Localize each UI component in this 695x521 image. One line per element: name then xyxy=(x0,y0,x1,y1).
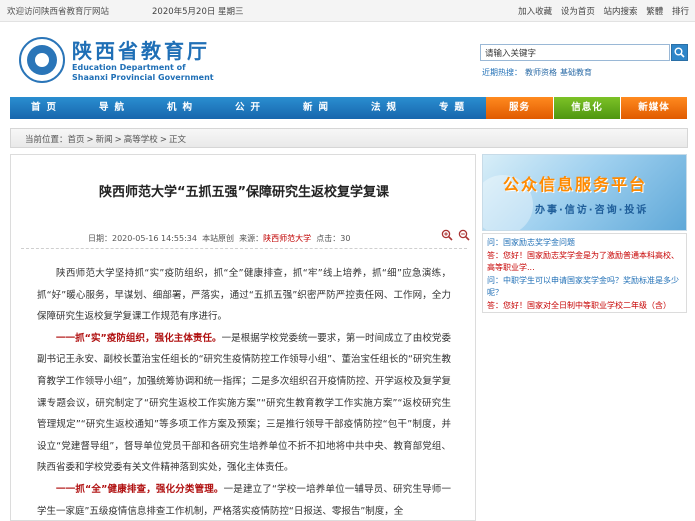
public-service-banner[interactable]: 公众信息服务平台 办事·信访·咨询·投诉 xyxy=(482,154,687,231)
article-panel: 陕西师范大学“五抓五强”保障研究生返校复学复课 日期：2020-05-16 14… xyxy=(10,154,476,521)
paragraph-heading: 一一抓“实”疫防组织，强化主体责任。 xyxy=(56,332,222,344)
nav-guide[interactable]: 导航 xyxy=(78,97,152,119)
set-homepage-link[interactable]: 设为首页 xyxy=(561,7,595,17)
hot-search: 近期热搜： 教师资格 基础教育 xyxy=(482,67,592,78)
search-input[interactable] xyxy=(480,44,670,61)
site-header: 陕西省教育厅 Education Department of Shaanxi P… xyxy=(0,22,695,92)
article-views: 点击：30 xyxy=(316,234,351,243)
top-links: 加入收藏 设为首页 站内搜索 繁體 排行 xyxy=(512,5,689,17)
qa-panel: 问：国家励志奖学金问题 答：您好！国家励志奖学金是为了激励普通本科高校、高等职业… xyxy=(482,233,687,313)
article-source-label: 来源： xyxy=(239,234,264,243)
paragraph-text: 一是根据学校党委统一要求，第一时间成立了由校党委副书记王永安、副校长董治宝任组长… xyxy=(37,332,451,474)
nav-institutions[interactable]: 机构 xyxy=(146,97,220,119)
paragraph-heading: 一一抓“全”健康排查，强化分类管理。 xyxy=(56,483,224,495)
breadcrumb-home[interactable]: 首页 xyxy=(68,135,85,145)
article-type: 本站原创 xyxy=(202,234,235,243)
article-title: 陕西师范大学“五抓五强”保障研究生返校复学复课 xyxy=(98,185,390,200)
article-source[interactable]: 陕西师范大学 xyxy=(263,234,311,243)
site-search-link[interactable]: 站内搜索 xyxy=(604,7,638,17)
nav-new-media[interactable]: 新媒体 xyxy=(621,97,688,119)
site-title-en-line1: Education Department of xyxy=(72,63,186,72)
breadcrumb-news[interactable]: 新闻 xyxy=(96,135,113,145)
hot-keyword-teacher-cert[interactable]: 教师资格 xyxy=(525,68,557,77)
qa-item[interactable]: 问：国家励志奖学金问题 答：您好！国家励志奖学金是为了激励普通本科高校、高等职业… xyxy=(487,237,682,275)
nav-regulations[interactable]: 法规 xyxy=(350,97,424,119)
nav-topics[interactable]: 专题 xyxy=(418,97,492,119)
search-icon xyxy=(674,47,685,58)
site-title-en-line2: Shaanxi Provincial Government xyxy=(72,73,214,82)
top-utility-bar: 欢迎访问陕西省教育厅网站 2020年5月20日 星期三 加入收藏 设为首页 站内… xyxy=(0,0,695,22)
breadcrumb-higher-edu[interactable]: 高等学校 xyxy=(124,135,158,145)
nav-informatization[interactable]: 信息化 xyxy=(554,97,621,119)
search-button[interactable] xyxy=(671,44,688,61)
zoom-in-icon[interactable] xyxy=(441,229,453,241)
department-logo-icon[interactable] xyxy=(19,37,65,83)
ranking-link[interactable]: 排行 xyxy=(672,7,689,17)
article-paragraph: 一一抓“全”健康排查，强化分类管理。一是建立了“学校一培养单位一辅导员、研究生导… xyxy=(37,479,451,520)
qa-item[interactable]: 问：中职学生可以申请国家奖学金吗？奖励标准是多少呢？ 答：您好！国家对全日制中等… xyxy=(487,275,682,313)
banner-title: 公众信息服务平台 xyxy=(503,175,648,194)
qa-question[interactable]: 问：国家励志奖学金问题 xyxy=(487,237,682,250)
current-date: 2020年5月20日 星期三 xyxy=(152,7,244,17)
banner-subtitle: 办事·信访·咨询·投诉 xyxy=(535,205,649,216)
article-meta: 日期：2020-05-16 14:55:34 本站原创 来源：陕西师范大学 点击… xyxy=(88,233,350,244)
qa-answer: 答：您好！国家对全日制中等职业学校二年级（含） xyxy=(487,300,671,310)
qa-question[interactable]: 问：中职学生可以申请国家奖学金吗？奖励标准是多少呢？ xyxy=(487,275,682,300)
nav-services[interactable]: 服务 xyxy=(486,97,554,119)
article-paragraph: 陕西师范大学坚持抓“实”疫防组织，抓“全”健康排查，抓“牢”线上培养，抓“细”应… xyxy=(37,268,451,323)
article-paragraph: 一一抓“实”疫防组织，强化主体责任。一是根据学校党委统一要求，第一时间成立了由校… xyxy=(37,328,451,479)
article-divider xyxy=(21,248,467,249)
article-date: 日期：2020-05-16 14:55:34 xyxy=(88,234,197,243)
add-favorite-link[interactable]: 加入收藏 xyxy=(518,7,552,17)
breadcrumb: 当前位置：首页 > 新闻 > 高等学校 > 正文 xyxy=(10,128,688,148)
breadcrumb-current: 正文 xyxy=(168,135,186,145)
nav-news[interactable]: 新闻 xyxy=(282,97,356,119)
nav-home[interactable]: 首页 xyxy=(10,97,84,119)
breadcrumb-label: 当前位置： xyxy=(25,135,68,145)
welcome-text: 欢迎访问陕西省教育厅网站 xyxy=(7,7,110,17)
zoom-out-icon[interactable] xyxy=(458,229,470,241)
qa-answer: 答：您好！国家励志奖学金是为了激励普通本科高校、高等职业学... xyxy=(487,250,679,273)
main-nav: 首页 导航 机构 公开 新闻 法规 专题 服务 信息化 新媒体 xyxy=(10,97,688,119)
hot-search-label: 近期热搜： xyxy=(482,68,522,77)
site-title[interactable]: 陕西省教育厅 xyxy=(72,35,210,64)
traditional-chinese-link[interactable]: 繁體 xyxy=(646,7,663,17)
hot-keyword-basic-edu[interactable]: 基础教育 xyxy=(560,68,592,77)
nav-public[interactable]: 公开 xyxy=(214,97,288,119)
article-body: 陕西师范大学坚持抓“实”疫防组织，抓“全”健康排查，抓“牢”线上培养，抓“细”应… xyxy=(37,263,451,520)
